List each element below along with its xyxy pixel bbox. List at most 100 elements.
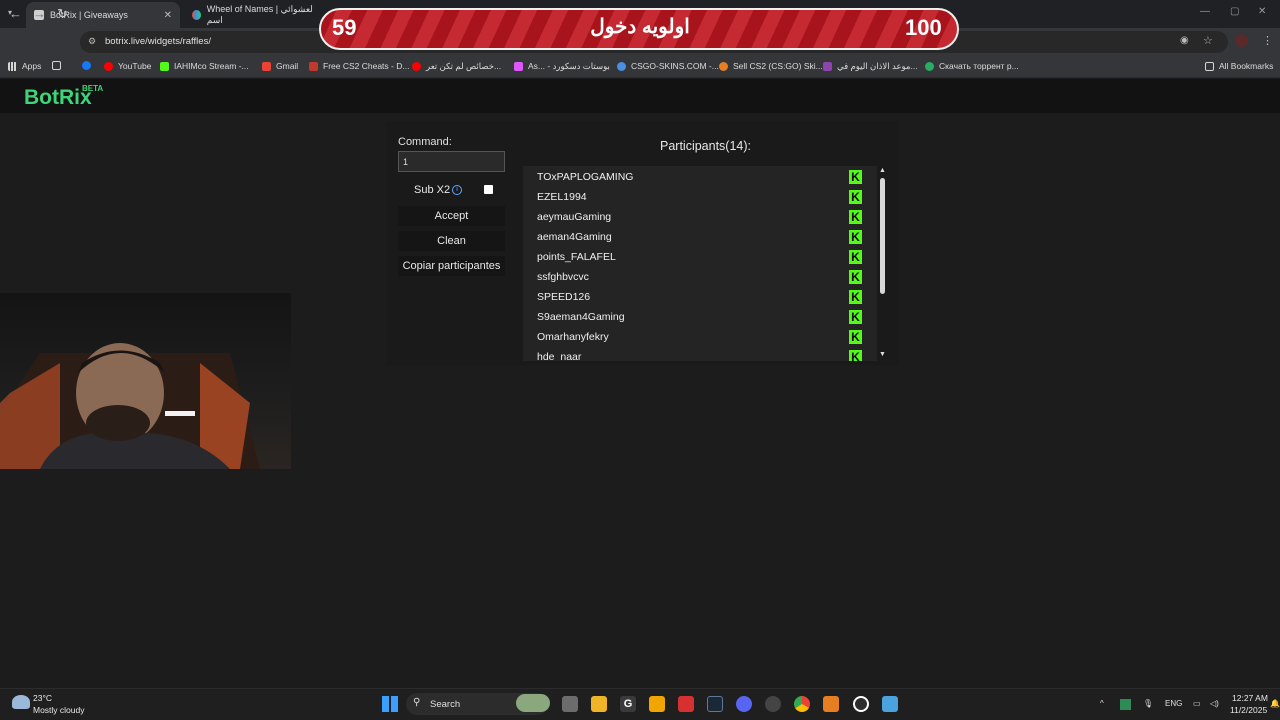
minimize-icon[interactable]: — xyxy=(1200,6,1210,17)
notepad-icon[interactable] xyxy=(882,696,898,712)
tab-wheel-of-names[interactable]: Wheel of Names | لعشوائي اسم xyxy=(184,2,324,28)
profile-avatar[interactable] xyxy=(1235,34,1248,47)
network-icon[interactable]: ▭ xyxy=(1193,699,1201,708)
kick-icon: K xyxy=(849,330,862,344)
bookmark-favicon-icon xyxy=(309,61,318,71)
app-icon[interactable] xyxy=(649,696,665,712)
list-item[interactable]: EZEL1994 K xyxy=(537,187,867,207)
app-header xyxy=(0,79,1280,113)
kick-icon: K xyxy=(849,310,862,324)
bookmark-cs2-cheats[interactable]: Free CS2 Cheats - D... xyxy=(309,61,409,71)
maximize-icon[interactable]: ▢ xyxy=(1230,6,1239,17)
gmail-icon xyxy=(262,61,271,71)
star-icon[interactable]: ☆ xyxy=(1203,34,1213,47)
clock-time[interactable]: 12:27 AM xyxy=(1232,693,1268,703)
list-item[interactable]: ssfghbvcvc K xyxy=(537,267,867,287)
beta-badge: BETA xyxy=(82,84,104,93)
kick-icon: K xyxy=(849,290,862,304)
notifications-icon[interactable]: 🔔 xyxy=(1270,699,1280,708)
clean-button[interactable]: Clean xyxy=(398,231,505,251)
language-indicator[interactable]: ENG xyxy=(1165,699,1182,708)
windows-start-icon[interactable] xyxy=(382,696,398,712)
sub-x2-checkbox[interactable] xyxy=(484,185,493,194)
list-item[interactable]: aeymauGaming K xyxy=(537,207,867,227)
bookmark-facebook[interactable] xyxy=(82,61,96,70)
clock-date[interactable]: 11/2/2025 xyxy=(1230,705,1267,715)
back-icon[interactable]: ← xyxy=(9,7,22,21)
tray-app-icon[interactable] xyxy=(1120,699,1131,710)
weather-temperature[interactable]: 23°C xyxy=(33,693,52,703)
gem-icon xyxy=(514,62,523,71)
url-text[interactable]: botrix.live/widgets/raffles/ xyxy=(105,36,211,47)
banner-right-count: 100 xyxy=(905,15,942,40)
list-item[interactable]: SPEED126 K xyxy=(537,287,867,307)
g-hub-icon[interactable]: G xyxy=(620,696,636,712)
bookmark-gmail[interactable]: Gmail xyxy=(262,61,298,71)
discord-icon[interactable] xyxy=(736,696,752,712)
command-label: Command: xyxy=(398,136,452,148)
bookmark-arabic-video[interactable]: خصائص لم تكن تعر... xyxy=(412,61,501,72)
bookmark-kick-stream[interactable]: IAHIMco Stream -... xyxy=(160,61,249,71)
banner-left-count: 59 xyxy=(332,15,357,40)
list-item[interactable]: S9aeman4Gaming K xyxy=(537,307,867,327)
eye-off-icon[interactable]: ◉ xyxy=(1180,35,1189,46)
bookmark-youtube[interactable]: YouTube xyxy=(104,61,151,71)
list-item[interactable]: aeman4Gaming K xyxy=(537,227,867,247)
app-icon[interactable] xyxy=(765,696,781,712)
streamer-silhouette xyxy=(0,343,260,469)
bookmark-grid[interactable] xyxy=(52,61,66,70)
copy-participants-button[interactable]: Copiar participantes xyxy=(398,256,505,276)
all-bookmarks[interactable]: All Bookmarks xyxy=(1205,61,1273,71)
weather-cloud-icon[interactable] xyxy=(12,695,30,709)
youtube-icon xyxy=(104,61,113,71)
site-info-icon[interactable]: ⚙ xyxy=(88,36,96,47)
menu-icon[interactable]: ⋮ xyxy=(1262,34,1273,47)
scroll-up-arrow-icon[interactable]: ▲ xyxy=(879,167,886,174)
chrome-icon[interactable] xyxy=(794,696,810,712)
file-explorer-icon[interactable] xyxy=(591,696,607,712)
app-icon[interactable] xyxy=(823,696,839,712)
scroll-down-arrow-icon[interactable]: ▼ xyxy=(879,351,886,358)
weather-description[interactable]: Mostly cloudy xyxy=(33,705,85,715)
taskbar xyxy=(0,688,1280,720)
list-item[interactable]: points_FALAFEL K xyxy=(537,247,867,267)
steam-icon[interactable] xyxy=(707,696,723,712)
kick-icon: K xyxy=(849,270,862,284)
microphone-icon[interactable]: 🎙 xyxy=(1143,699,1153,708)
scrollbar-thumb[interactable] xyxy=(880,178,885,294)
facebook-icon xyxy=(82,61,91,70)
apps-grid-icon xyxy=(8,61,17,71)
search-label: Search xyxy=(430,699,461,710)
close-window-icon[interactable]: ✕ xyxy=(1258,6,1266,17)
reload-icon[interactable]: ↻ xyxy=(57,7,68,21)
kick-icon: K xyxy=(849,190,862,204)
bookmark-sell-cs2[interactable]: Sell CS2 (CS:GO) Ski... xyxy=(719,61,823,71)
obs-icon[interactable] xyxy=(853,696,869,712)
kick-icon xyxy=(160,61,169,71)
accept-button[interactable]: Accept xyxy=(398,206,505,226)
list-item[interactable]: hde_naar K xyxy=(537,347,867,361)
bookmark-csgo-skins[interactable]: CSGO-SKINS.COM -... xyxy=(617,61,719,71)
bookmark-torrent[interactable]: Скачать торрент р... xyxy=(925,61,1019,71)
adobe-icon[interactable] xyxy=(678,696,694,712)
sub-x2-label: Sub X2 xyxy=(414,184,451,196)
info-icon[interactable]: i xyxy=(452,185,462,195)
bookmark-favicon-icon xyxy=(617,61,626,71)
participants-list[interactable]: TOxPAPLOGAMING K EZEL1994 K aeymauGaming K … xyxy=(523,166,877,361)
command-input[interactable] xyxy=(398,151,505,172)
bookmark-apps[interactable]: Apps xyxy=(8,61,41,71)
tray-chevron-icon[interactable]: ^ xyxy=(1100,699,1104,708)
bookmark-favicon-icon xyxy=(719,61,728,71)
tab-botrix[interactable]: BotRix | Giveaways ✕ xyxy=(26,2,180,28)
volume-icon[interactable]: ◁) xyxy=(1210,699,1219,708)
folder-icon xyxy=(1205,61,1214,71)
list-item[interactable]: Omarhanyfekry K xyxy=(537,327,867,347)
webcam-feed xyxy=(0,293,291,469)
task-view-icon[interactable] xyxy=(562,696,578,712)
bookmark-prayer-times[interactable]: موعد الاذان اليوم في... xyxy=(823,61,918,72)
forward-icon[interactable]: → xyxy=(33,7,46,21)
close-tab-icon[interactable]: ✕ xyxy=(164,10,172,21)
bookmark-discord-posts[interactable]: As... - بوستات دسكورد xyxy=(514,61,610,72)
wheel-favicon-icon xyxy=(192,10,201,20)
list-item[interactable]: TOxPAPLOGAMING K xyxy=(537,167,867,187)
